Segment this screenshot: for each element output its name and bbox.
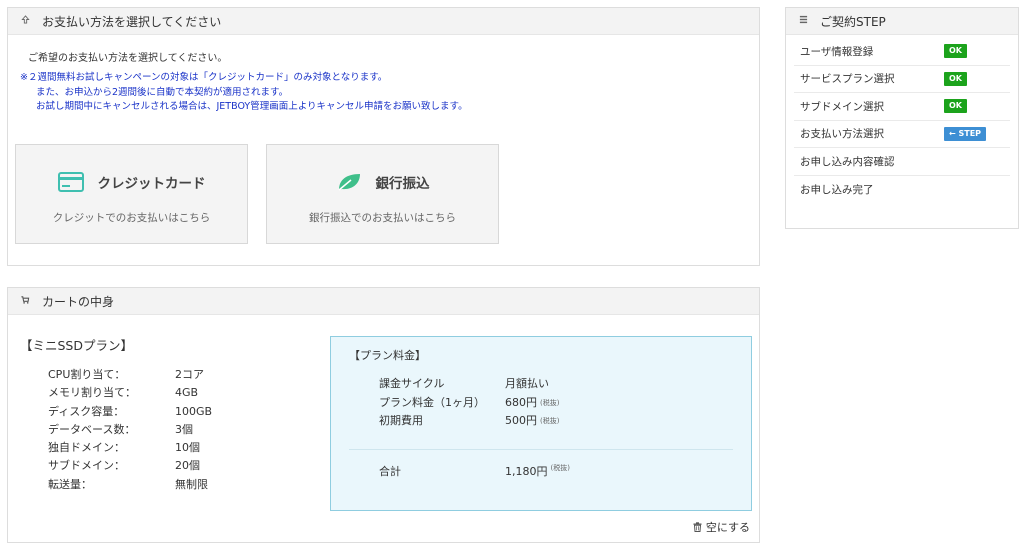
notice-line-2: また、お申込から2週間後に自動で本契約が適用されます。 (36, 86, 289, 98)
steps-panel-title: ご契約STEP (820, 14, 886, 29)
empty-cart-label: 空にする (705, 521, 750, 534)
contract-steps-panel: ご契約STEP ユーザ情報登録 OK サービスプラン選択 OK サブドメイン選択… (785, 7, 1019, 229)
step-label: お申し込み内容確認 (800, 155, 895, 168)
spec-value: 100GB (175, 404, 213, 418)
notice-line-1: ※２週間無料お試しキャンペーンの対象は「クレジットカード」のみ対象となります。 (20, 72, 388, 83)
price-divider (349, 449, 733, 450)
step-payment-method: お支払い方法選択 ← STEP (794, 121, 1010, 148)
spec-row: 独自ドメイン： 10個 (48, 439, 212, 457)
bank-transfer-label: 銀行振込 (375, 176, 430, 192)
step-confirm: お申し込み内容確認 (794, 148, 1010, 176)
price-row: 課金サイクル 月額払い (379, 375, 559, 394)
spec-value: 10個 (175, 441, 200, 455)
step-label: お申し込み完了 (800, 183, 874, 196)
leaf-icon (336, 172, 362, 192)
spec-key: CPU割り当て： (48, 368, 126, 381)
credit-card-label: クレジットカード (97, 176, 206, 192)
step-complete: お申し込み完了 (794, 176, 1010, 204)
bank-transfer-button[interactable]: 銀行振込 銀行振込でのお支払いはこちら (266, 144, 499, 244)
step-subdomain: サブドメイン選択 OK (794, 93, 1010, 121)
step-user-registration: ユーザ情報登録 OK (794, 38, 1010, 66)
spec-key: データベース数： (48, 422, 136, 436)
payment-panel-header: お支払い方法を選択してください (8, 8, 759, 35)
step-label: サブドメイン選択 (800, 100, 884, 113)
spec-row: データベース数： 3個 (48, 421, 212, 439)
cart-panel-title: カートの中身 (42, 294, 115, 309)
total-label: 合計 (379, 465, 401, 478)
trial-notice: ※２週間無料お試しキャンペーンの対象は「クレジットカード」のみ対象となります。 … (20, 71, 468, 115)
price-row: 初期費用 500円 (税抜) (379, 412, 559, 431)
notice-line-3: お試し期間中にキャンセルされる場合は、JETBOY管理画面上よりキャンセル申請を… (36, 101, 468, 112)
spec-key: 転送量： (48, 477, 92, 491)
spec-row: CPU割り当て： 2コア (48, 366, 212, 384)
spec-row: メモリ割り当て： 4GB (48, 384, 212, 402)
credit-card-button[interactable]: クレジットカード クレジットでのお支払いはこちら (15, 144, 248, 244)
plan-price-box: 【プラン料金】 課金サイクル 月額払い プラン料金（1ヶ月） 680円 (税抜) 初期… (330, 336, 752, 511)
tax-note: (税抜) (540, 417, 560, 425)
spec-value: 3個 (175, 422, 193, 436)
credit-card-icon (57, 172, 84, 192)
spec-key: ディスク容量： (48, 404, 125, 418)
price-rows: 課金サイクル 月額払い プラン料金（1ヶ月） 680円 (税抜) 初期費用 500円 (税… (379, 375, 559, 431)
spec-row: 転送量： 無制限 (48, 476, 212, 494)
price-key: 課金サイクル (379, 377, 445, 390)
tax-note: (税抜) (550, 464, 570, 472)
bank-transfer-subtitle: 銀行振込でのお支払いはこちら (309, 212, 456, 224)
price-value: 680円 (505, 395, 537, 409)
spec-row: ディスク容量： 100GB (48, 403, 212, 421)
step-service-plan: サービスプラン選択 OK (794, 66, 1010, 93)
spec-key: サブドメイン： (48, 459, 125, 473)
price-row: プラン料金（1ヶ月） 680円 (税抜) (379, 394, 559, 413)
empty-cart-button[interactable]: 空にする (693, 519, 750, 535)
trash-icon (693, 522, 702, 532)
ok-badge: OK (944, 71, 967, 86)
spec-value: 無制限 (175, 477, 208, 491)
steps-panel-header: ご契約STEP (786, 8, 1018, 35)
payment-intro-text: ご希望のお支払い方法を選択してください。 (28, 53, 228, 64)
list-icon (786, 15, 820, 27)
spec-value: 2コア (175, 368, 204, 381)
spec-value: 4GB (175, 386, 199, 400)
cart-icon (8, 295, 42, 307)
price-key: 初期費用 (379, 414, 423, 427)
ok-badge: OK (944, 99, 967, 114)
total-value: 1,180円 (505, 465, 548, 478)
price-box-title: 【プラン料金】 (349, 349, 426, 362)
plan-name: 【ミニSSDプラン】 (20, 338, 133, 353)
spec-key: 独自ドメイン： (48, 441, 125, 455)
price-total-row: 合計 1,180円 (税抜) (379, 463, 570, 479)
payment-header-icon (8, 15, 42, 27)
spec-value: 20個 (175, 459, 200, 473)
cart-panel: カートの中身 【ミニSSDプラン】 CPU割り当て： 2コア メモリ割り当て： 4G… (7, 287, 760, 543)
price-value: 500円 (505, 414, 537, 427)
step-label: ユーザ情報登録 (800, 45, 874, 58)
spec-row: サブドメイン： 20個 (48, 457, 212, 475)
plan-specs: CPU割り当て： 2コア メモリ割り当て： 4GB ディスク容量： 100GB データ… (48, 366, 212, 494)
payment-method-panel: お支払い方法を選択してください ご希望のお支払い方法を選択してください。 ※２週… (7, 7, 760, 266)
price-value: 月額払い (505, 377, 549, 390)
credit-card-subtitle: クレジットでのお支払いはこちら (52, 212, 211, 224)
ok-badge: OK (944, 44, 967, 59)
step-label: サービスプラン選択 (800, 73, 895, 86)
step-label: お支払い方法選択 (800, 128, 884, 141)
payment-panel-title: お支払い方法を選択してください (42, 14, 222, 29)
spec-key: メモリ割り当て： (48, 386, 136, 400)
current-step-badge: ← STEP (944, 126, 987, 141)
tax-note: (税抜) (540, 398, 560, 407)
price-key: プラン料金（1ヶ月） (379, 395, 485, 409)
cart-panel-header: カートの中身 (8, 288, 759, 315)
